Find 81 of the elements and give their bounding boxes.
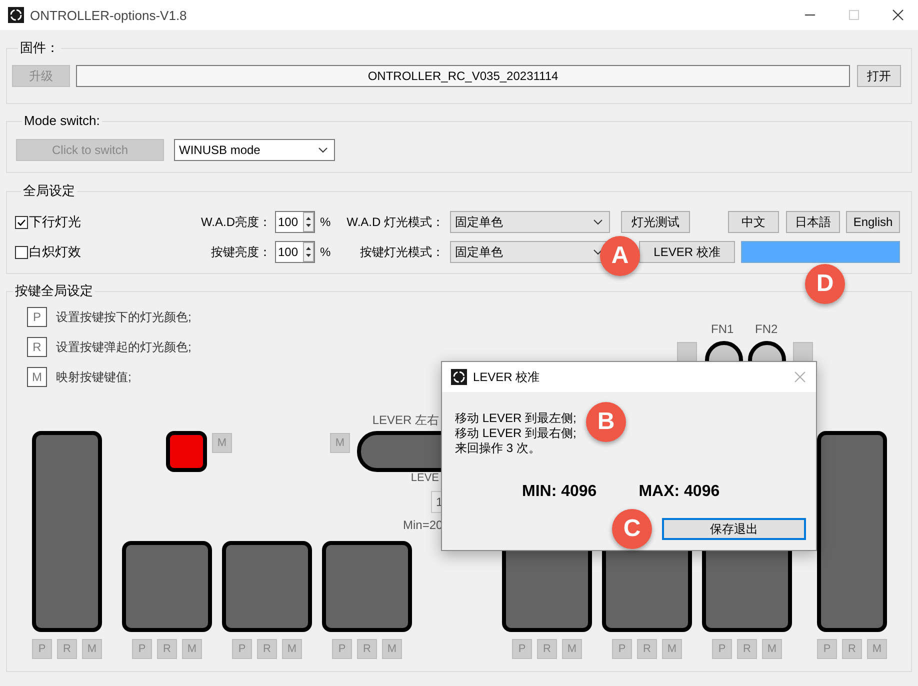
legend-text: 设置按键弹起的灯光颜色;: [56, 339, 192, 356]
light-test-button[interactable]: 灯光测试: [621, 211, 690, 233]
caret-icon: [318, 147, 328, 153]
key-option-button[interactable]: P: [132, 639, 152, 659]
color-swatch[interactable]: [741, 241, 900, 263]
annotation-marker: D: [805, 264, 845, 304]
legend-text: 设置按键按下的灯光颜色;: [56, 309, 192, 326]
fn-label: FN2: [755, 322, 778, 336]
checkbox-label: 白炽灯效: [29, 243, 81, 261]
language-button[interactable]: 中文: [728, 211, 779, 233]
group-label: 按键全局设定: [14, 284, 94, 298]
group-label: 全局设定: [22, 184, 76, 198]
save-exit-button[interactable]: 保存退出: [662, 518, 806, 540]
instruction-text: 移动 LEVER 到最左侧;: [455, 411, 576, 426]
lever-sub-label: LEVE: [410, 472, 439, 484]
map-button[interactable]: M: [212, 433, 232, 453]
key-option-button[interactable]: M: [662, 639, 682, 659]
language-button[interactable]: English: [846, 211, 900, 233]
checkbox[interactable]: [15, 246, 28, 258]
number-field[interactable]: 100: [275, 211, 315, 233]
key-option-button[interactable]: R: [842, 639, 862, 659]
min-value: MIN: 4096: [522, 483, 597, 501]
key-option-button[interactable]: P: [512, 639, 532, 659]
key-option-button[interactable]: P: [612, 639, 632, 659]
key-option-button[interactable]: P: [332, 639, 352, 659]
max-value: MAX: 4096: [638, 483, 720, 501]
lever-label: LEVER 左右: [372, 412, 439, 429]
key-option-button[interactable]: R: [257, 639, 277, 659]
key-option-button[interactable]: M: [382, 639, 402, 659]
key-option-button[interactable]: P: [712, 639, 732, 659]
checkbox[interactable]: [15, 216, 28, 228]
dropdown[interactable]: 固定单色: [450, 211, 610, 233]
key-option-button[interactable]: R: [737, 639, 757, 659]
caret-icon: [593, 219, 603, 225]
key-option-button[interactable]: M: [562, 639, 582, 659]
lever-calibrate-button[interactable]: LEVER 校准: [639, 241, 735, 263]
window-title: ONTROLLER-options-V1.8: [30, 8, 187, 22]
key-option-button[interactable]: R: [57, 639, 77, 659]
dialog-title: LEVER 校准: [473, 368, 540, 386]
key-option-button[interactable]: M: [867, 639, 887, 659]
key-option-button[interactable]: R: [537, 639, 557, 659]
group-label: Mode switch:: [23, 114, 101, 128]
key-option-button[interactable]: M: [762, 639, 782, 659]
file-path-field[interactable]: ONTROLLER_RC_V035_20231114: [76, 65, 850, 87]
app-icon: [451, 369, 467, 385]
brightness-label: 按键亮度：: [211, 244, 271, 260]
key-option-button[interactable]: M: [82, 639, 102, 659]
close-icon[interactable]: [892, 9, 904, 21]
key-option-button[interactable]: R: [637, 639, 657, 659]
key-option-button[interactable]: M: [182, 639, 202, 659]
annotation-marker: A: [600, 236, 640, 276]
unit-label: %: [320, 215, 331, 229]
number-field[interactable]: 100: [275, 241, 315, 263]
mode-label: W.A.D 灯光模式：: [346, 214, 444, 230]
language-button[interactable]: 日本語: [786, 211, 840, 233]
instruction-text: 来回操作 3 次。: [455, 441, 540, 456]
spin-arrows-icon: [303, 242, 314, 262]
brightness-label: W.A.D亮度：: [200, 214, 271, 230]
legend-key: R: [27, 337, 47, 357]
key-option-button[interactable]: R: [357, 639, 377, 659]
group-label: 固件：: [19, 41, 60, 55]
maximize-icon: [848, 9, 860, 21]
mode-label: 按键灯光模式：: [360, 244, 444, 260]
legend-key: M: [27, 367, 47, 387]
checkbox-label: 下行灯光: [29, 213, 81, 231]
unit-label: %: [320, 245, 331, 259]
map-button[interactable]: M: [330, 433, 350, 453]
instruction-text: 移动 LEVER 到最右侧;: [455, 426, 576, 441]
key-option-button[interactable]: M: [282, 639, 302, 659]
fn-label: FN1: [711, 322, 734, 336]
key-option-button[interactable]: P: [32, 639, 52, 659]
app-icon: [8, 7, 24, 23]
key-option-button[interactable]: P: [232, 639, 252, 659]
key-pad[interactable]: [166, 431, 207, 472]
open-button[interactable]: 打开: [857, 65, 901, 87]
legend-text: 映射按键键值;: [56, 369, 132, 386]
key-option-button[interactable]: R: [157, 639, 177, 659]
legend-key: P: [27, 307, 47, 327]
key-option-button[interactable]: P: [817, 639, 837, 659]
mode-dropdown[interactable]: WINUSB mode: [174, 139, 335, 161]
spin-arrows-icon: [303, 212, 314, 232]
